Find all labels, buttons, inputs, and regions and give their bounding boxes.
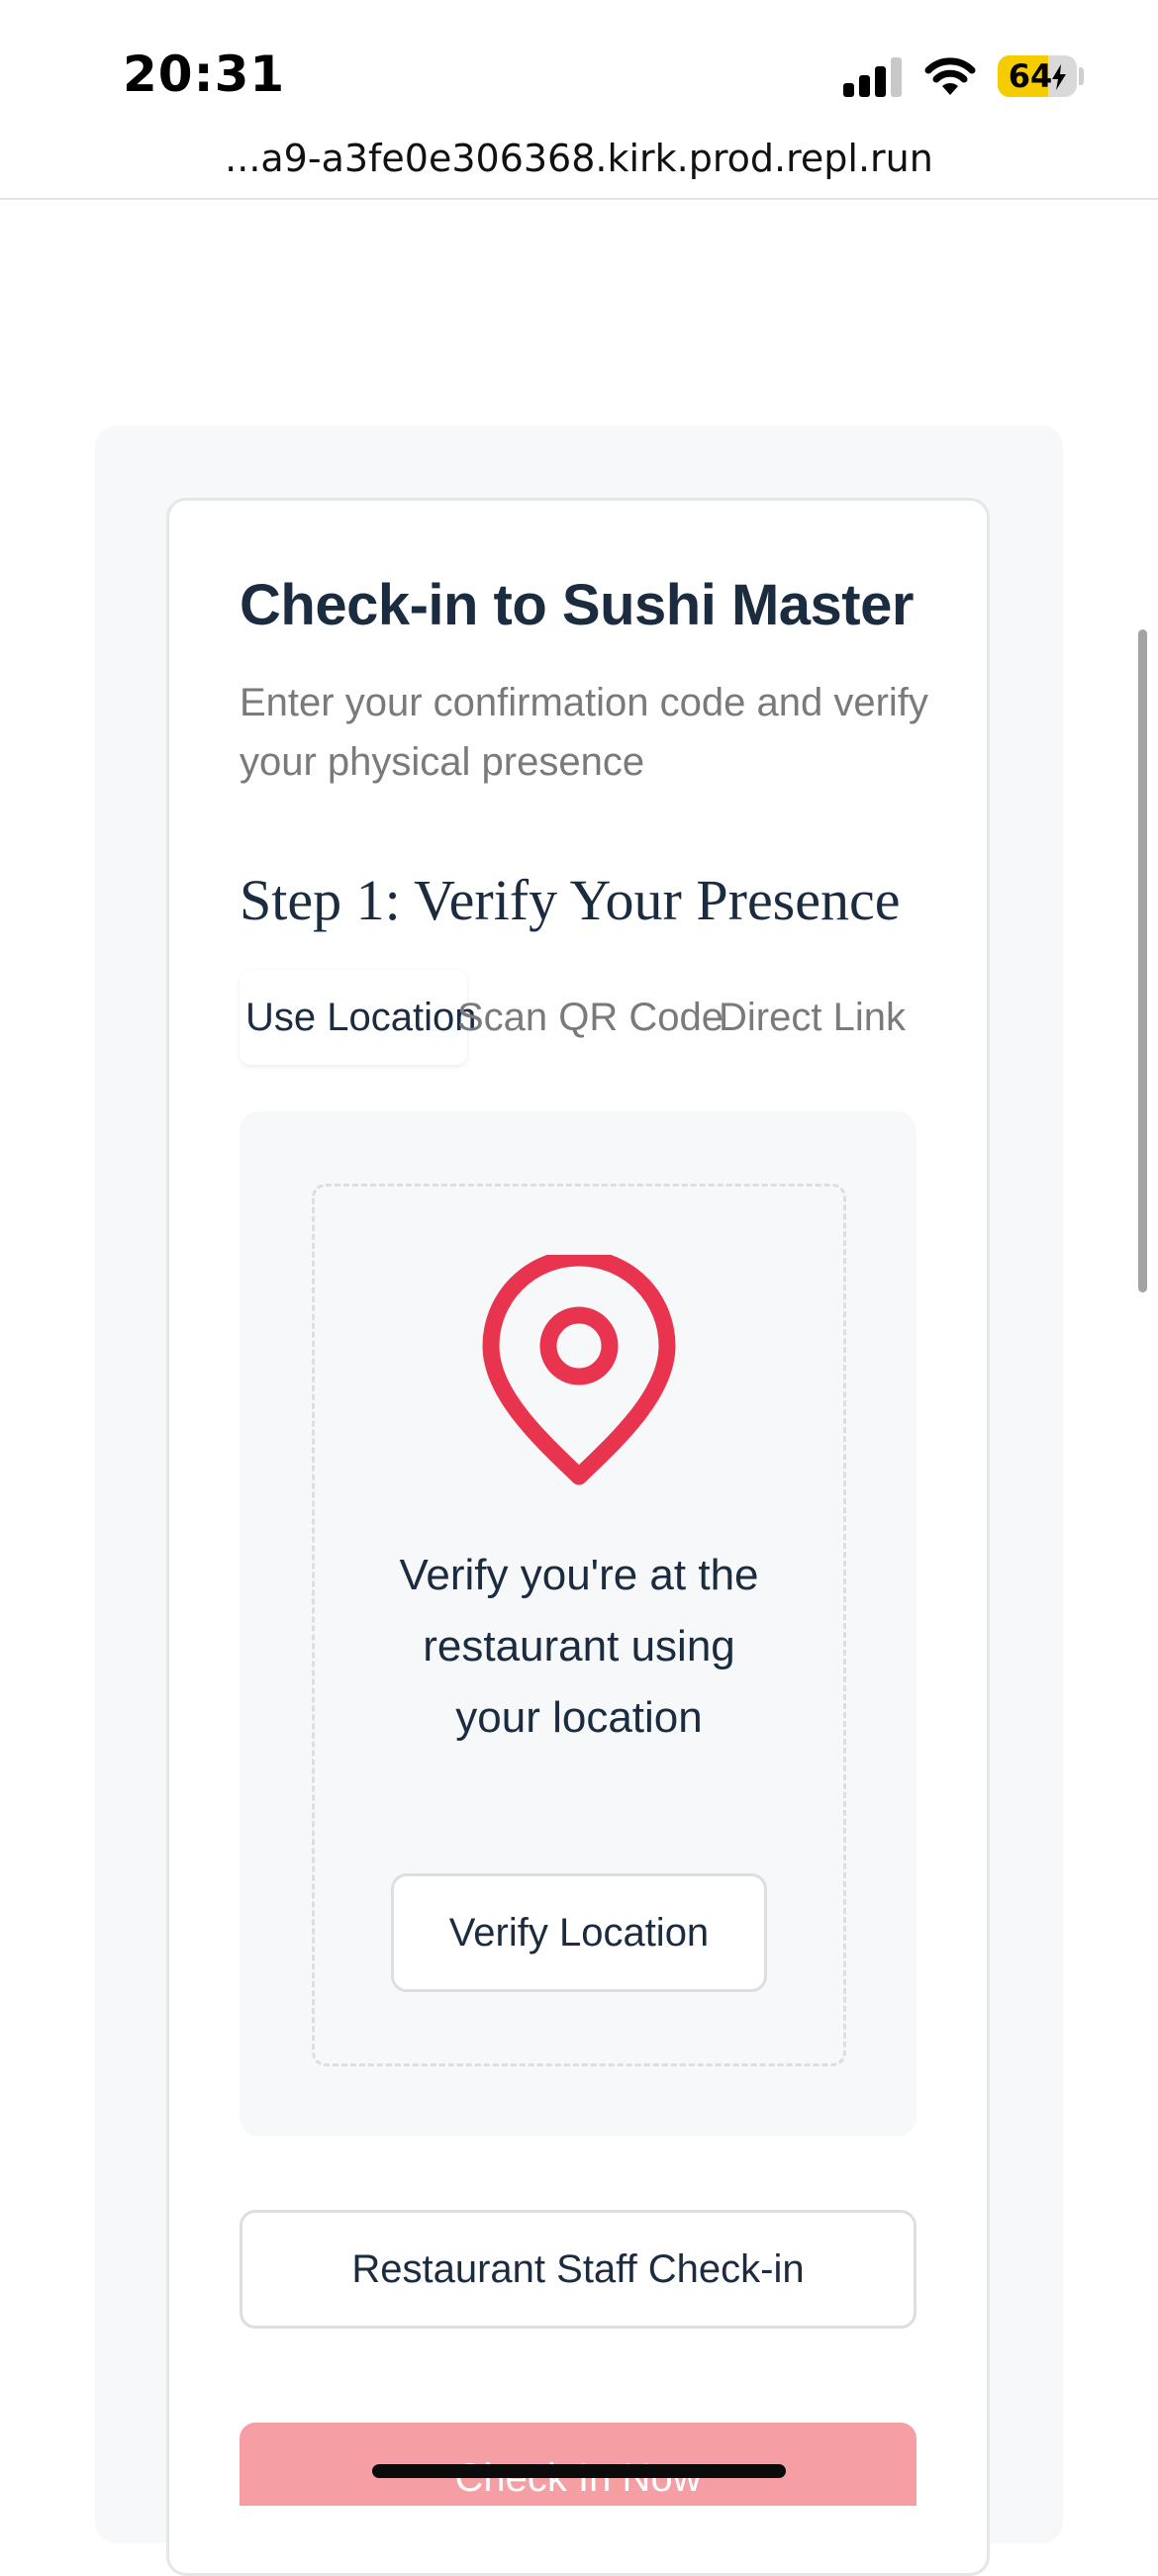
- wifi-icon: [924, 57, 976, 95]
- tab-direct-link[interactable]: Direct Link: [719, 970, 906, 1065]
- step-heading: Step 1: Verify Your Presence: [240, 868, 901, 932]
- verify-location-button[interactable]: Verify Location: [391, 1873, 767, 1992]
- status-bar: 20:31 64: [0, 0, 1158, 139]
- location-description: Verify you're at the restaurant using yo…: [399, 1551, 759, 1742]
- page-title: Check-in to Sushi Master: [240, 573, 914, 637]
- home-indicator[interactable]: [372, 2464, 786, 2478]
- cellular-signal-icon: [843, 57, 902, 97]
- address-bar[interactable]: ...a9-a3fe0e306368.kirk.prod.repl.run: [0, 129, 1158, 198]
- page-subtitle: Enter your confirmation code and verify …: [240, 681, 928, 784]
- tab-use-location[interactable]: Use Location: [240, 970, 476, 1065]
- battery-level: 64: [998, 55, 1077, 97]
- battery-nub: [1079, 67, 1084, 85]
- bolt-icon: [1052, 64, 1067, 90]
- status-time: 20:31: [123, 46, 286, 103]
- scrollbar[interactable]: [1138, 629, 1147, 1292]
- battery-indicator: 64: [998, 55, 1077, 97]
- divider: [0, 198, 1158, 200]
- map-pin-icon: [482, 1255, 676, 1485]
- tab-scan-qr-code[interactable]: Scan QR Code: [457, 970, 724, 1065]
- staff-checkin-button[interactable]: Restaurant Staff Check-in: [240, 2210, 917, 2329]
